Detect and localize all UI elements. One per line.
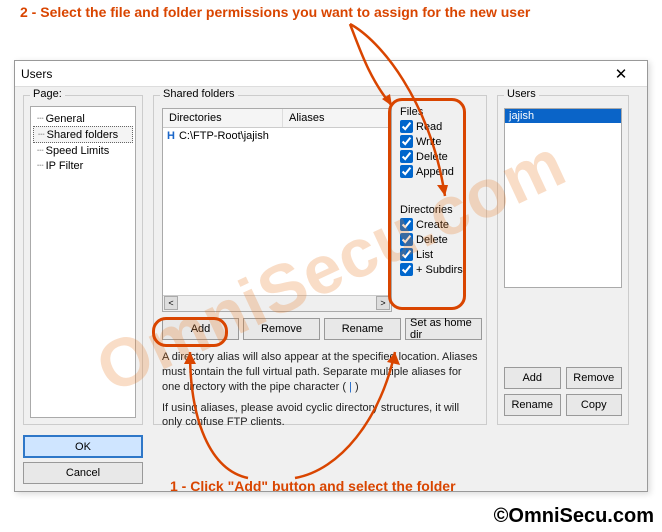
annotation-step-2: 2 - Select the file and folder permissio… xyxy=(20,4,642,20)
annotation-arrows xyxy=(0,0,662,532)
annotation-step-1: 1 - Click "Add" button and select the fo… xyxy=(170,478,456,494)
